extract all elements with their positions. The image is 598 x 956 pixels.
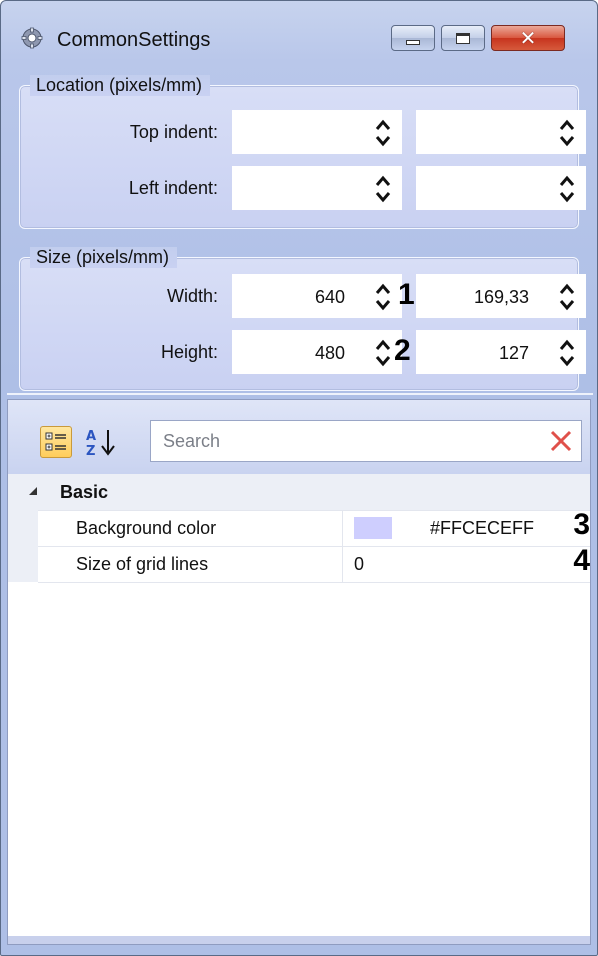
minimize-button[interactable] — [391, 25, 435, 51]
width-label: Width: — [166, 286, 218, 306]
search-placeholder: Search — [163, 431, 221, 451]
spin-updown-icon[interactable] — [373, 337, 393, 369]
property-name: Size of grid lines — [76, 554, 209, 574]
column-divider — [342, 510, 343, 546]
categorized-view-icon — [45, 432, 66, 451]
width-mm-field[interactable]: 169,33 — [416, 274, 586, 318]
property-row-background-color[interactable]: Background color #FFCECEFF 3 — [8, 508, 590, 547]
height-mm-value: 127 — [498, 343, 529, 363]
property-value[interactable]: #FFCECEFF — [430, 518, 534, 539]
spin-updown-icon[interactable] — [557, 173, 577, 205]
window-title: CommonSettings — [57, 29, 211, 51]
property-name: Background color — [76, 518, 217, 538]
clear-search-icon[interactable] — [549, 429, 573, 453]
left-indent-label: Left indent: — [128, 178, 218, 198]
category-basic[interactable]: Basic — [8, 474, 590, 511]
left-indent-mm-field[interactable] — [416, 166, 586, 210]
size-legend: Size (pixels/mm) — [30, 247, 178, 268]
collapse-triangle-icon[interactable] — [28, 486, 38, 496]
minimize-icon — [406, 39, 420, 45]
spin-updown-icon[interactable] — [373, 173, 393, 205]
status-strip — [8, 936, 590, 944]
spin-updown-icon[interactable] — [557, 117, 577, 149]
spin-updown-icon[interactable] — [373, 281, 393, 313]
callout-marker-3: 3 — [573, 508, 590, 541]
close-icon: ✕ — [519, 26, 537, 50]
top-indent-px-field[interactable] — [232, 110, 402, 154]
categorized-view-button[interactable] — [40, 426, 72, 458]
width-px-field[interactable]: 640 — [232, 274, 402, 318]
left-indent-px-field[interactable] — [232, 166, 402, 210]
location-group: Location (pixels/mm) Top indent: Left in… — [19, 75, 586, 229]
callout-marker-4: 4 — [573, 544, 590, 577]
width-mm-value: 169,33 — [473, 287, 529, 307]
height-px-field[interactable]: 480 — [232, 330, 402, 374]
height-label: Height: — [160, 342, 218, 362]
row-gutter — [8, 546, 38, 582]
top-indent-mm-field[interactable] — [416, 110, 586, 154]
svg-text:A: A — [86, 429, 96, 444]
height-px-value: 480 — [314, 343, 345, 363]
size-group: Size (pixels/mm) Width: 640 1 169,33 Hei… — [19, 247, 586, 391]
callout-marker-1: 1 — [398, 278, 415, 311]
location-legend: Location (pixels/mm) — [30, 75, 211, 96]
property-row-grid-lines[interactable]: Size of grid lines 0 4 — [8, 544, 590, 583]
divider — [7, 393, 593, 395]
spin-updown-icon[interactable] — [373, 117, 393, 149]
property-value[interactable]: 0 — [354, 554, 364, 575]
close-button[interactable]: ✕ — [491, 25, 565, 51]
width-px-value: 640 — [314, 287, 345, 307]
callout-marker-2: 2 — [394, 334, 411, 367]
common-settings-window: CommonSettings ✕ Location (pixels/mm) To… — [0, 0, 598, 956]
column-divider — [342, 546, 343, 582]
height-mm-field[interactable]: 127 — [416, 330, 586, 374]
svg-text:Z: Z — [86, 444, 95, 459]
row-gutter — [8, 510, 38, 546]
maximize-button[interactable] — [441, 25, 485, 51]
color-swatch[interactable] — [354, 517, 392, 539]
property-grid: A Z Search Basic Background color #FFCEC… — [7, 399, 591, 945]
spin-updown-icon[interactable] — [557, 281, 577, 313]
title-bar[interactable]: CommonSettings ✕ — [1, 1, 597, 61]
spin-updown-icon[interactable] — [557, 337, 577, 369]
maximize-icon — [456, 32, 470, 44]
property-grid-toolbar: A Z Search — [8, 400, 590, 474]
sort-az-icon[interactable]: A Z — [84, 424, 118, 460]
top-indent-label: Top indent: — [129, 122, 218, 142]
category-label: Basic — [60, 482, 109, 502]
search-input[interactable]: Search — [150, 420, 582, 462]
gear-icon — [21, 27, 43, 49]
